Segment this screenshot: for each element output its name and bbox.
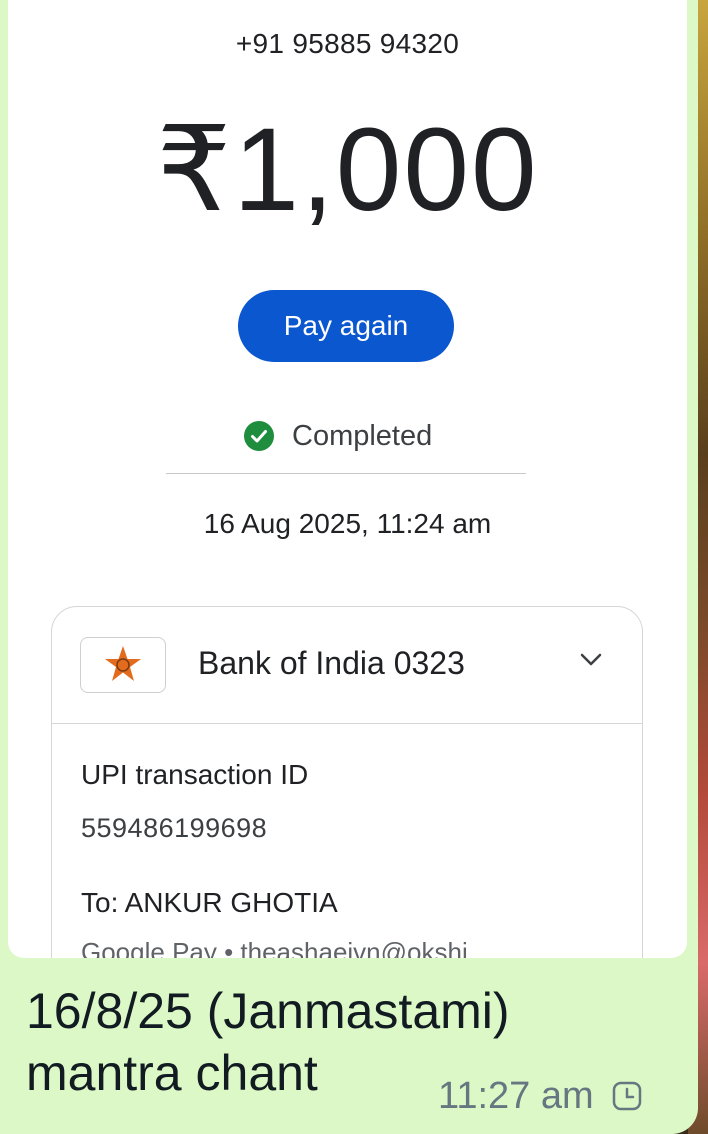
message-bubble[interactable]: +91 95885 94320 ₹1,000 Pay again Complet… <box>0 0 698 1134</box>
payment-details-card: Bank of India 0323 UPI transaction ID 55… <box>51 606 643 958</box>
bank-name: Bank of India 0323 <box>198 645 465 681</box>
upi-id-label: UPI transaction ID <box>81 759 309 790</box>
message-meta: 11:27 am <box>438 1074 642 1117</box>
status-label: Completed <box>292 419 433 452</box>
payment-status: Completed <box>244 416 432 456</box>
payment-datetime: 16 Aug 2025, 11:24 am <box>203 508 492 539</box>
payment-screenshot-image[interactable]: +91 95885 94320 ₹1,000 Pay again Complet… <box>8 0 687 958</box>
divider <box>166 473 526 474</box>
chevron-down-icon[interactable] <box>580 653 602 667</box>
message-time: 11:27 am <box>438 1074 594 1117</box>
bank-of-india-star-icon <box>105 646 141 681</box>
recipient-name: To: ANKUR GHOTIA <box>81 887 338 918</box>
upi-handle: Google Pay • theashaeivn@okshi <box>81 937 468 958</box>
bank-account-row[interactable]: Bank of India 0323 <box>52 607 642 724</box>
recipient-phone: +91 95885 94320 <box>235 28 460 59</box>
pending-clock-icon <box>612 1081 641 1111</box>
pay-again-button[interactable]: Pay again <box>238 290 454 362</box>
check-circle-icon <box>244 421 274 451</box>
payment-amount: ₹1,000 <box>156 104 539 236</box>
bank-logo <box>80 637 166 693</box>
upi-id-value: 559486199698 <box>81 813 268 843</box>
